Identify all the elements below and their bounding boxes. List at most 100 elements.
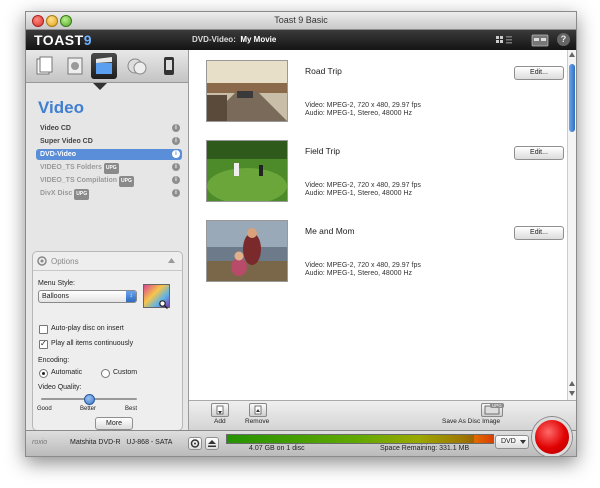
format-divx-disc[interactable]: DivX Disc UPG i bbox=[36, 188, 182, 200]
info-icon[interactable]: i bbox=[172, 189, 180, 197]
disc-usage-meter bbox=[226, 434, 494, 444]
help-icon[interactable]: ? bbox=[557, 33, 570, 46]
scroll-up-arrow-icon[interactable] bbox=[569, 381, 575, 386]
item-name: Road Trip bbox=[305, 66, 342, 76]
toast-logo: TOAST9 bbox=[34, 32, 92, 48]
checkmark-icon: ✓ bbox=[40, 339, 47, 348]
tab-audio[interactable] bbox=[62, 53, 88, 79]
road-trip-thumbnail bbox=[206, 60, 288, 122]
add-label: Add bbox=[214, 418, 226, 425]
item-video-info: Video: MPEG-2, 720 x 480, 29.97 fps bbox=[305, 262, 421, 269]
encoding-automatic-radio[interactable] bbox=[39, 369, 48, 378]
format-video-ts-folders[interactable]: VIDEO_TS Folders UPG i bbox=[36, 162, 182, 174]
gear-icon bbox=[190, 439, 200, 448]
disc-type-label: DVD-Video: bbox=[192, 35, 236, 44]
status-bar: roxio Matshita DVD-R UJ-868 - SATA 4.07 … bbox=[26, 417, 576, 456]
app-header: TOAST9 DVD-Video: My Movie ? bbox=[26, 30, 576, 50]
drive-name: Matshita DVD-R UJ-868 - SATA bbox=[70, 439, 173, 446]
autoplay-label: Auto-play disc on insert bbox=[51, 325, 124, 332]
vertical-scrollbar[interactable] bbox=[567, 50, 576, 400]
tab-video[interactable] bbox=[91, 53, 117, 79]
format-super-video-cd[interactable]: Super Video CD i bbox=[36, 136, 182, 147]
list-item[interactable]: Field Trip Video: MPEG-2, 720 x 480, 29.… bbox=[189, 130, 567, 210]
menu-style-select[interactable]: Balloons ↕ bbox=[38, 290, 137, 303]
data-disc-icon bbox=[36, 56, 53, 75]
format-video-cd[interactable]: Video CD i bbox=[36, 123, 182, 134]
remove-button[interactable] bbox=[249, 403, 267, 417]
scroll-down-arrow-icon[interactable] bbox=[569, 391, 575, 396]
info-icon[interactable]: i bbox=[172, 137, 180, 145]
magnify-icon[interactable] bbox=[159, 300, 168, 309]
save-disc-image-label: Save As Disc Image bbox=[442, 418, 501, 425]
format-label: DivX Disc UPG bbox=[40, 188, 90, 200]
more-button[interactable]: More bbox=[95, 417, 133, 430]
view-grid-icon[interactable] bbox=[496, 36, 512, 44]
space-remaining-text: Space Remaining: 331.1 MB bbox=[380, 445, 470, 452]
encoding-automatic-label: Automatic bbox=[51, 369, 83, 376]
select-stepper-icon: ↕ bbox=[126, 291, 136, 302]
video-quality-label: Video Quality: bbox=[38, 384, 82, 391]
save-disc-image-button[interactable]: UPG bbox=[481, 403, 504, 417]
format-video-ts-compilation[interactable]: VIDEO_TS Compilation UPG i bbox=[36, 175, 182, 187]
roxio-logo: roxio bbox=[32, 439, 48, 446]
convert-device-icon bbox=[164, 57, 174, 75]
scroll-thumb[interactable] bbox=[569, 64, 575, 132]
category-title: Video bbox=[38, 98, 84, 117]
quality-tick-good: Good bbox=[37, 406, 52, 412]
remove-file-icon bbox=[254, 405, 262, 415]
encoding-custom-radio[interactable] bbox=[101, 369, 110, 378]
list-item[interactable]: Road Trip Video: MPEG-2, 720 x 480, 29.9… bbox=[189, 50, 567, 130]
media-browser-icon[interactable] bbox=[531, 33, 549, 47]
autoplay-checkbox[interactable] bbox=[39, 325, 48, 334]
format-label-text: VIDEO_TS Compilation bbox=[40, 177, 118, 184]
remove-label: Remove bbox=[245, 418, 270, 425]
tab-convert[interactable] bbox=[156, 53, 182, 79]
quality-tick-best: Best bbox=[125, 406, 138, 412]
item-metadata: Video: MPEG-2, 720 x 480, 29.97 fps Audio… bbox=[305, 262, 421, 278]
format-label: VIDEO_TS Folders UPG bbox=[40, 162, 119, 174]
burn-button[interactable] bbox=[532, 417, 572, 456]
video-clapper-icon bbox=[96, 57, 112, 74]
tab-copy[interactable] bbox=[124, 53, 150, 79]
item-video-info: Video: MPEG-2, 720 x 480, 29.97 fps bbox=[305, 182, 421, 189]
eject-button[interactable] bbox=[205, 437, 219, 450]
item-list: Road Trip Video: MPEG-2, 720 x 480, 29.9… bbox=[189, 50, 567, 400]
info-icon[interactable]: i bbox=[172, 124, 180, 132]
item-metadata: Video: MPEG-2, 720 x 480, 29.97 fps Audio… bbox=[305, 182, 421, 198]
options-header[interactable]: Options bbox=[33, 252, 182, 271]
edit-button[interactable]: Edit... bbox=[514, 66, 564, 80]
me-and-mom-thumbnail bbox=[206, 220, 288, 282]
play-all-checkbox[interactable]: ✓ bbox=[39, 339, 48, 349]
scroll-up-arrow-icon[interactable] bbox=[569, 52, 575, 57]
options-panel: Options Menu Style: Balloons ↕ Auto-play… bbox=[32, 251, 183, 431]
edit-button[interactable]: Edit... bbox=[514, 226, 564, 240]
logo-version: 9 bbox=[83, 32, 92, 48]
media-type-select[interactable]: DVD bbox=[495, 435, 529, 449]
upgrade-badge: UPG bbox=[74, 189, 90, 200]
sidebar: Video Video CD i Super Video CD i DVD-Vide… bbox=[26, 50, 189, 431]
drive-settings-button[interactable] bbox=[188, 437, 202, 450]
list-item[interactable]: Me and Mom Video: MPEG-2, 720 x 480, 29.… bbox=[189, 210, 567, 290]
field-trip-thumbnail bbox=[206, 140, 288, 202]
item-audio-info: Audio: MPEG-1, Stereo, 48000 Hz bbox=[305, 270, 412, 277]
upgrade-badge: UPG bbox=[490, 403, 504, 408]
encoding-custom-label: Custom bbox=[113, 369, 138, 376]
info-icon[interactable]: i bbox=[172, 150, 180, 158]
usage-text: 4.07 GB on 1 disc bbox=[249, 445, 305, 452]
info-icon[interactable]: i bbox=[172, 163, 180, 171]
info-icon[interactable]: i bbox=[172, 176, 180, 184]
media-type-value: DVD bbox=[501, 438, 516, 445]
gear-icon bbox=[37, 256, 47, 266]
edit-button[interactable]: Edit... bbox=[514, 146, 564, 160]
add-button[interactable] bbox=[211, 403, 229, 417]
format-dvd-video[interactable]: DVD-Video i bbox=[36, 149, 182, 160]
upgrade-badge: UPG bbox=[119, 176, 134, 187]
item-video-info: Video: MPEG-2, 720 x 480, 29.97 fps bbox=[305, 102, 421, 109]
copy-disc-icon bbox=[127, 58, 147, 75]
usage-fill bbox=[227, 435, 475, 443]
collapse-arrow-icon[interactable] bbox=[168, 258, 175, 263]
tab-data[interactable] bbox=[31, 53, 57, 79]
disc-name: DVD-Video: My Movie bbox=[192, 35, 276, 44]
radio-dot bbox=[42, 372, 45, 375]
quality-slider-knob[interactable] bbox=[84, 394, 95, 405]
